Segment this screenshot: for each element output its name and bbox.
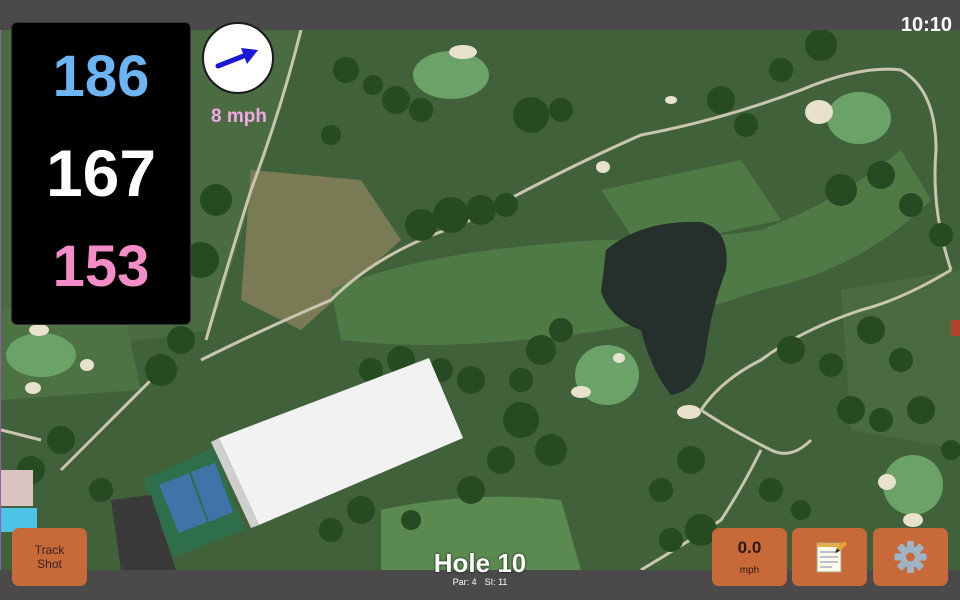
hole-title: Hole 10: [433, 548, 527, 578]
distance-front: 153: [52, 234, 150, 299]
wind-readout-button[interactable]: 0.0 mph: [712, 528, 787, 586]
gear-icon: [894, 541, 927, 573]
hole-par: Par: 4: [452, 577, 477, 587]
notes-button[interactable]: [792, 528, 867, 586]
notepad-icon: [816, 541, 847, 573]
wind-readout-value: 0.0: [737, 538, 762, 557]
hole-stroke-index: SI: 11: [484, 577, 508, 587]
settings-button[interactable]: [873, 528, 948, 586]
distance-panel: 186 167 153: [11, 22, 191, 325]
wind-speed-label: 8 mph: [211, 106, 267, 127]
wind-direction-arrow-icon: [215, 48, 258, 69]
track-shot-button[interactable]: Track Shot: [12, 528, 87, 586]
distance-back: 186: [52, 44, 150, 109]
track-shot-label: Track Shot: [34, 543, 65, 571]
distance-middle: 167: [45, 136, 157, 210]
wind-readout-unit: mph: [739, 565, 760, 576]
wind-indicator: [202, 22, 274, 94]
hole-info: Par: 4 SI: 11: [380, 577, 580, 587]
clock: 10:10: [900, 14, 952, 36]
